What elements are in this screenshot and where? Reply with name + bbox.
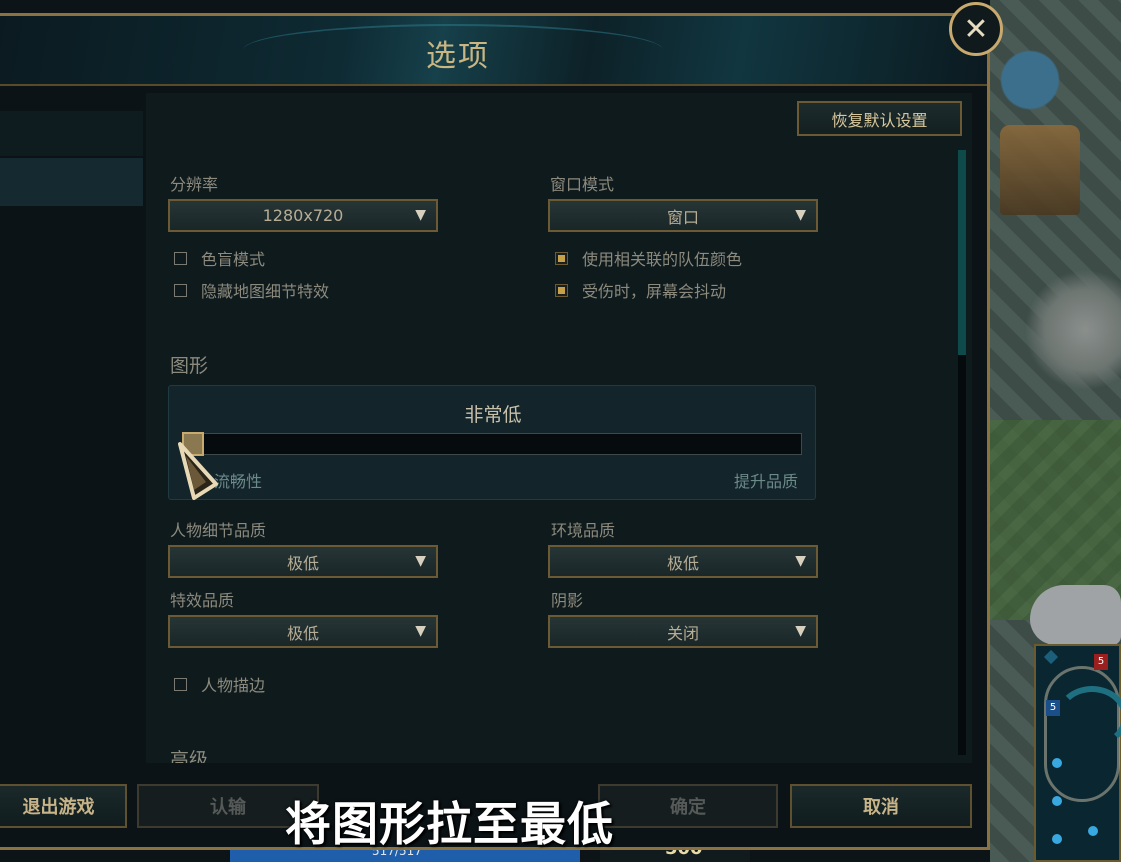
minimap-ally-icon	[1052, 834, 1062, 844]
environment-quality-value: 极低	[666, 553, 699, 573]
checkbox-label: 人物描边	[201, 676, 266, 695]
close-button[interactable]: ✕	[949, 2, 1003, 56]
character-quality-value: 极低	[286, 553, 319, 573]
window-mode-label: 窗口模式	[550, 175, 615, 194]
chevron-down-icon: ▼	[795, 623, 806, 639]
effects-quality-label: 特效品质	[170, 591, 235, 610]
colorblind-checkbox[interactable]: 色盲模式	[174, 246, 265, 270]
graphics-slider-track[interactable]	[182, 433, 802, 455]
shadows-select[interactable]: 关闭 ▼	[548, 615, 818, 648]
turret-structure	[1000, 125, 1080, 215]
minimap-level-badge	[1043, 649, 1059, 665]
screen-shake-checkbox[interactable]: 受伤时，屏幕会抖动	[555, 278, 726, 302]
minimap-enemy-badge: 5	[1094, 654, 1108, 670]
sidebar-item-selected[interactable]	[0, 158, 143, 206]
effects-quality-select[interactable]: 极低 ▼	[168, 615, 438, 648]
graphics-quality-box: 非常低 流畅性 提升品质	[168, 385, 816, 500]
slider-right-hint: 提升品质	[733, 472, 798, 491]
minimap[interactable]: 5 5	[1034, 644, 1121, 862]
chevron-down-icon: ▼	[795, 553, 806, 569]
slider-left-hint: 流畅性	[214, 472, 263, 491]
checkbox-box[interactable]	[174, 251, 187, 265]
character-quality-select[interactable]: 极低 ▼	[168, 545, 438, 578]
scrollbar-thumb[interactable]	[958, 150, 966, 355]
window-mode-select[interactable]: 窗口 ▼	[548, 199, 818, 232]
chevron-down-icon: ▼	[415, 623, 426, 639]
close-icon: ✕	[963, 11, 989, 47]
environment-quality-select[interactable]: 极低 ▼	[548, 545, 818, 578]
effects-quality-value: 极低	[286, 623, 319, 643]
video-subtitle: 将图形拉至最低	[285, 797, 614, 851]
checkbox-label: 使用相关联的队伍颜色	[582, 250, 743, 269]
minimap-ally-icon	[1052, 758, 1062, 768]
resolution-select[interactable]: 1280x720 ▼	[168, 199, 438, 232]
graphics-section-title: 图形	[170, 355, 209, 377]
checkbox-box-checked[interactable]	[555, 283, 568, 297]
checkbox-label: 隐藏地图细节特效	[201, 282, 330, 301]
restore-defaults-button[interactable]: 恢复默认设置	[797, 101, 962, 136]
cancel-button[interactable]: 取消	[790, 784, 972, 828]
resolution-value: 1280x720	[262, 206, 344, 225]
window-mode-value: 窗口	[666, 207, 699, 227]
minimap-ally-icon	[1052, 796, 1062, 806]
hide-map-effects-checkbox[interactable]: 隐藏地图细节特效	[174, 278, 329, 302]
checkbox-label: 受伤时，屏幕会抖动	[582, 282, 727, 301]
sidebar-item[interactable]	[0, 111, 143, 156]
team-color-checkbox[interactable]: 使用相关联的队伍颜色	[555, 246, 742, 270]
graphics-level-text: 非常低	[464, 404, 522, 426]
chevron-down-icon: ▼	[415, 207, 426, 223]
chevron-down-icon: ▼	[415, 553, 426, 569]
environment-quality-label: 环境品质	[551, 521, 616, 540]
minimap-ally-badge: 5	[1046, 700, 1060, 716]
rock-terrain	[1030, 585, 1121, 645]
minimap-ally-icon	[1088, 826, 1098, 836]
exit-game-button[interactable]: 退出游戏	[0, 784, 127, 828]
dialog-header: 选项	[0, 16, 987, 86]
checkbox-box[interactable]	[174, 283, 187, 297]
shadows-value: 关闭	[666, 623, 699, 643]
minimap-river	[1056, 686, 1121, 748]
checkbox-box[interactable]	[174, 677, 187, 691]
character-outline-checkbox[interactable]: 人物描边	[174, 672, 265, 696]
chevron-down-icon: ▼	[795, 207, 806, 223]
checkbox-box-checked[interactable]	[555, 251, 568, 265]
shadows-label: 阴影	[551, 591, 584, 610]
advanced-section-title: 高级	[170, 749, 209, 763]
scrollbar[interactable]	[958, 150, 966, 755]
character-quality-label: 人物细节品质	[170, 521, 267, 540]
dialog-title: 选项	[426, 39, 490, 74]
mouse-cursor-icon	[178, 442, 218, 500]
resolution-label: 分辨率	[170, 175, 219, 194]
confirm-button[interactable]: 确定	[598, 784, 778, 828]
checkbox-label: 色盲模式	[201, 250, 266, 269]
